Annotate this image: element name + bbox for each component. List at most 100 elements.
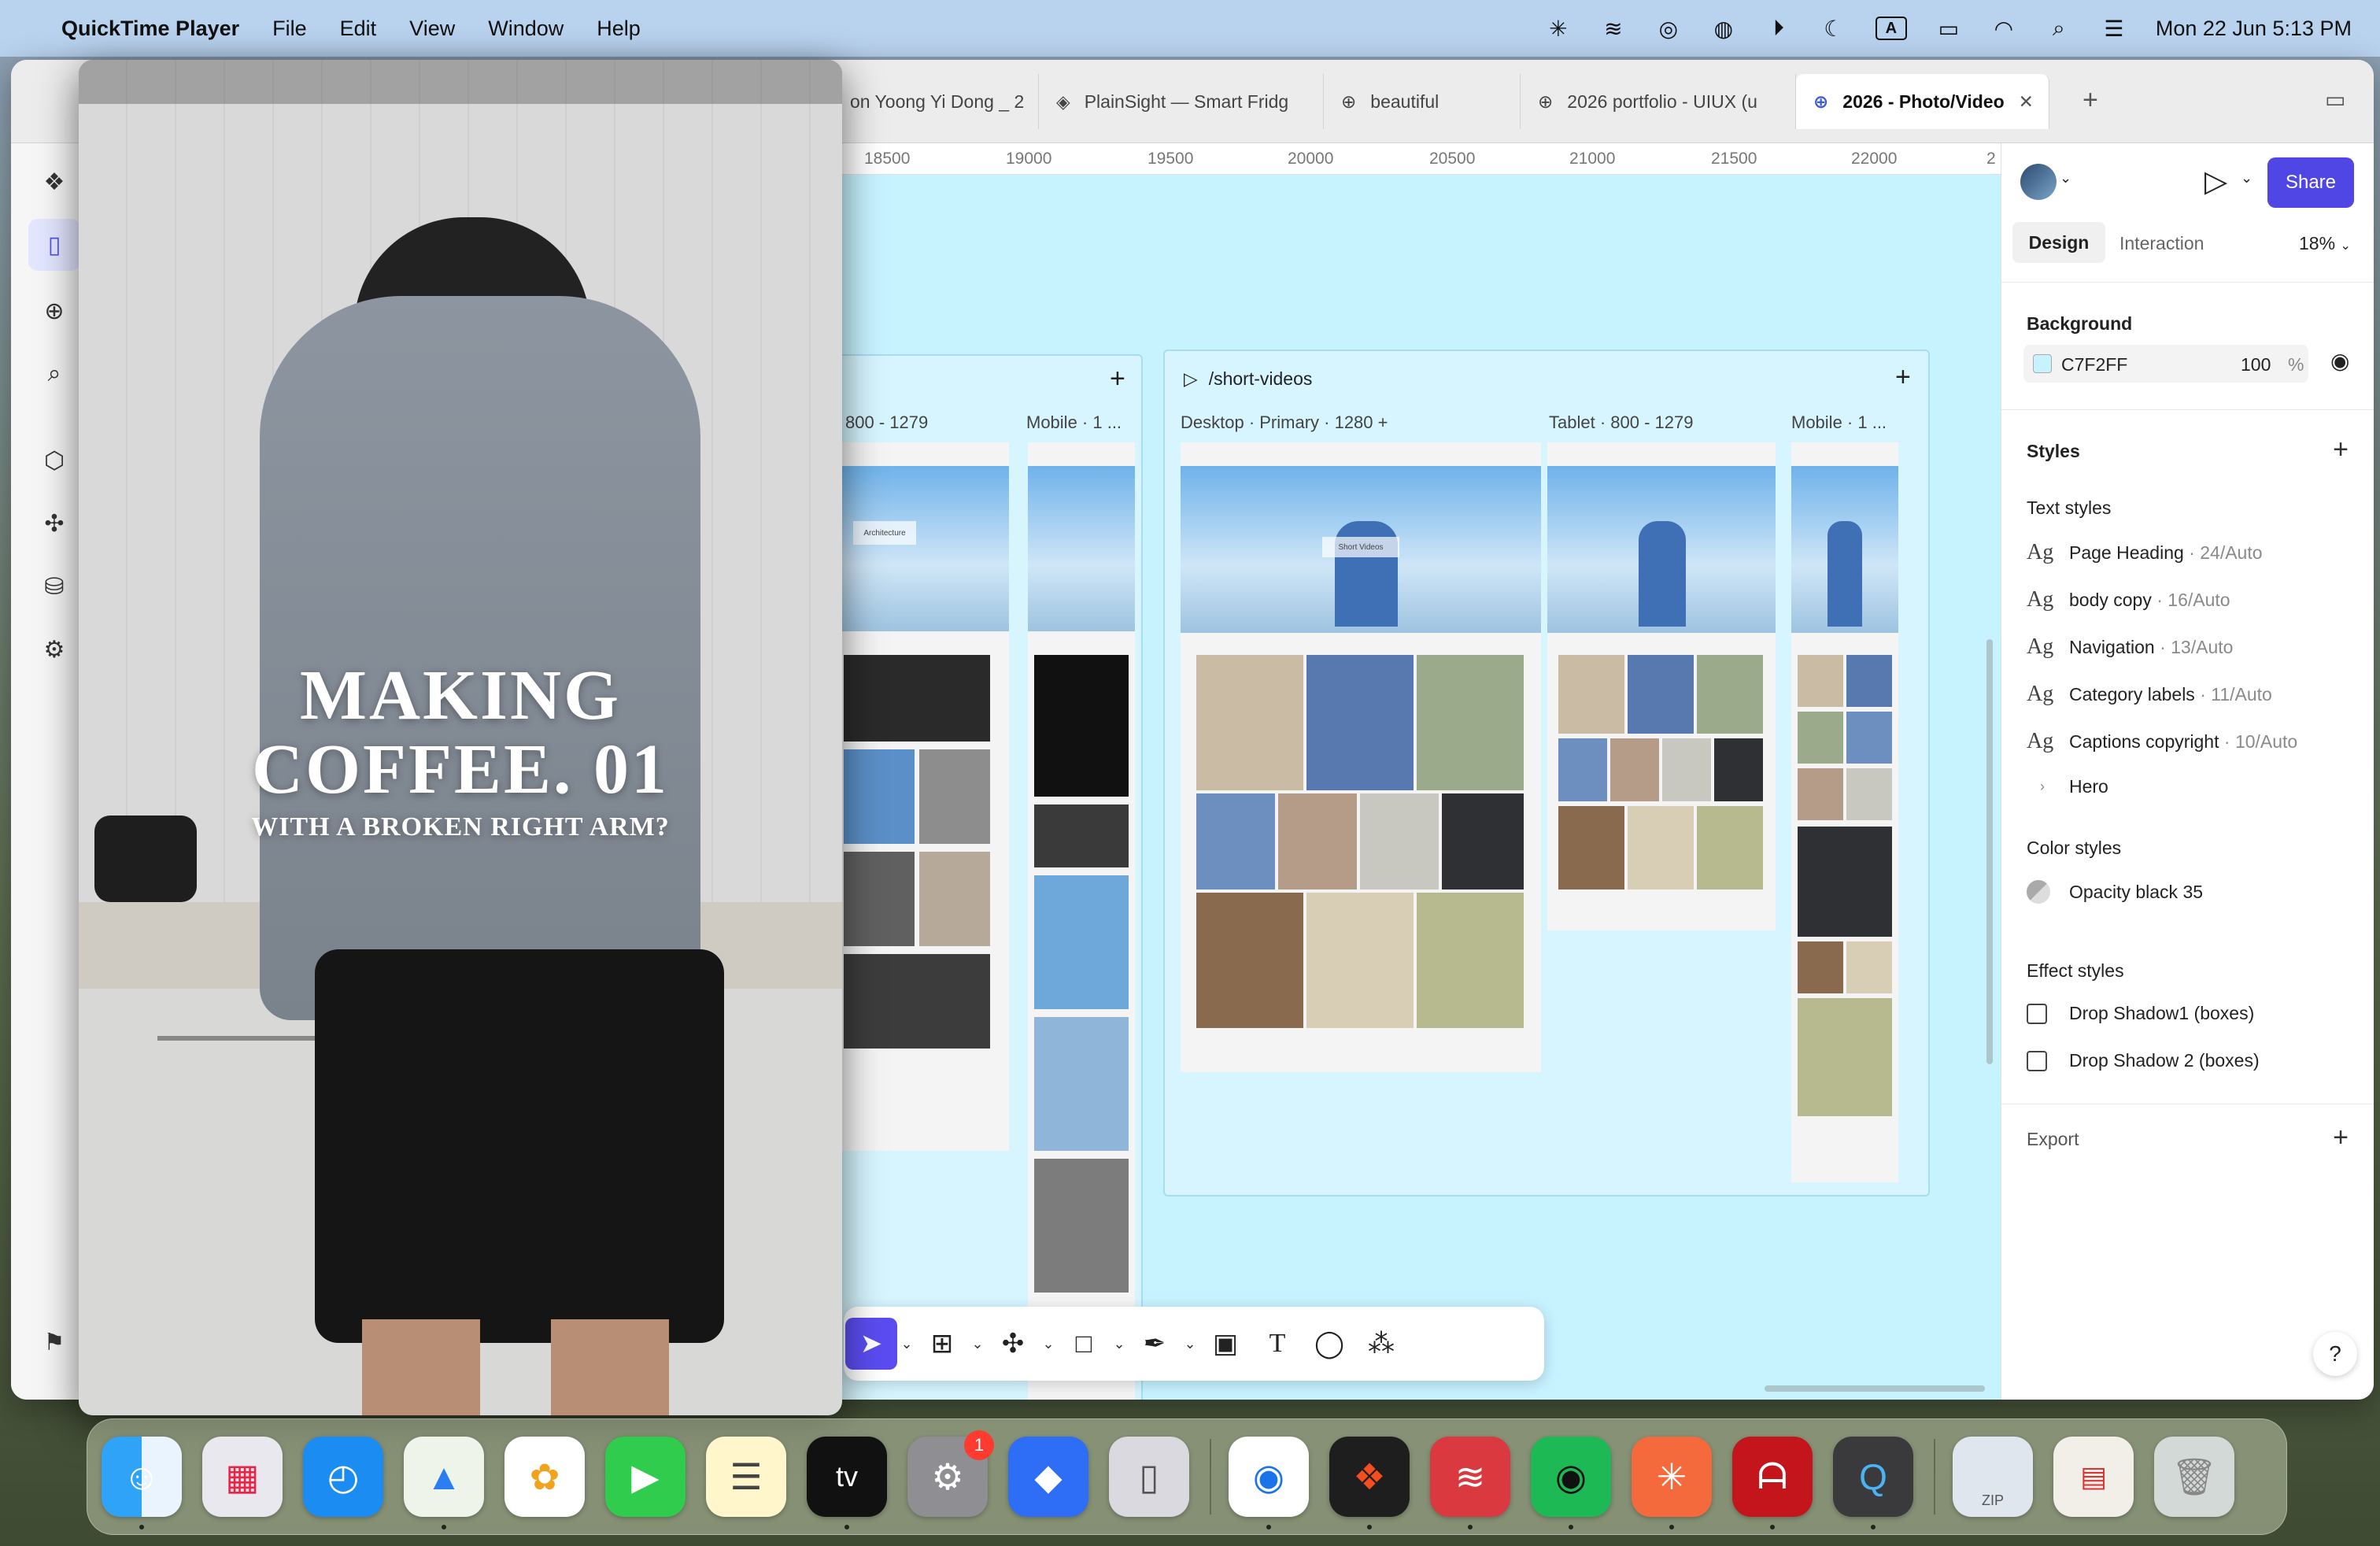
eye-icon[interactable]: ◉ — [2330, 348, 2349, 374]
wifi-icon[interactable]: ◠ — [1990, 15, 2017, 42]
finder-icon[interactable]: ☺ — [102, 1437, 182, 1529]
frame-short-videos-desktop[interactable]: Short Videos — [1181, 442, 1541, 1072]
maps-icon[interactable]: ▲ — [404, 1437, 484, 1529]
tab-interaction[interactable]: Interaction — [2119, 233, 2204, 254]
expressvpn-app-icon[interactable]: ≋ — [1430, 1437, 1510, 1529]
text-tool-icon[interactable]: T — [1251, 1318, 1303, 1370]
moon-icon[interactable]: ☾ — [1820, 15, 1847, 42]
chevron-down-icon[interactable]: ⌄ — [1181, 1336, 1199, 1352]
claude-icon[interactable]: ✳ — [1632, 1437, 1712, 1529]
chevron-down-icon[interactable]: ⌄ — [2241, 170, 2252, 187]
zip-download-icon[interactable]: ZIP — [1953, 1437, 2033, 1517]
sidebar-toggle-icon[interactable]: ▭ — [2325, 87, 2345, 113]
notes-icon[interactable]: ☰ — [706, 1437, 786, 1517]
expressvpn-icon[interactable]: ≋ — [1600, 15, 1627, 42]
frame-short-videos-tablet[interactable] — [1547, 442, 1776, 930]
quicktime-icon[interactable]: Q — [1833, 1437, 1913, 1529]
appletv-icon[interactable]: tv — [807, 1437, 887, 1529]
chevron-down-icon[interactable]: ⌄ — [1039, 1336, 1058, 1352]
chevron-down-icon[interactable]: ⌄ — [2060, 170, 2071, 187]
document-stack-icon[interactable]: ▤ — [2053, 1437, 2134, 1517]
add-style-icon[interactable]: + — [2333, 436, 2349, 463]
frame-architecture-mobile[interactable] — [1028, 442, 1135, 1400]
tab-beautiful[interactable]: ⊕ beautiful — [1324, 74, 1521, 129]
text-style-body-copy[interactable]: Ag body copy · 16/Auto — [2027, 587, 2230, 612]
quicktime-titlebar[interactable] — [79, 60, 842, 104]
sparkle-icon[interactable]: ✳ — [1545, 15, 1572, 42]
zoom-level[interactable]: 18% ⌄ — [2299, 233, 2351, 254]
battery-icon[interactable]: ▭ — [1935, 15, 1962, 42]
menu-file[interactable]: File — [272, 17, 307, 41]
quicktime-window[interactable]: MAKING COFFEE. 01 WITH A BROKEN RIGHT AR… — [79, 60, 842, 1415]
close-tab-icon[interactable]: ✕ — [2019, 91, 2034, 113]
menu-view[interactable]: View — [409, 17, 455, 41]
photos-icon[interactable]: ✿ — [504, 1437, 585, 1517]
text-style-category-labels[interactable]: Ag Category labels · 11/Auto — [2027, 682, 2272, 707]
tab-portfolio-yoong[interactable]: on Yoong Yi Dong _ 2 — [833, 74, 1039, 129]
creative-cloud-icon[interactable]: ◎ — [1655, 15, 1682, 42]
text-style-captions-copyright[interactable]: Ag Captions copyright · 10/Auto — [2027, 729, 2297, 754]
add-frame-icon[interactable]: + — [1895, 362, 1911, 393]
component-tool-icon[interactable]: ✣ — [987, 1318, 1039, 1370]
chevron-right-icon[interactable]: › — [2027, 779, 2058, 795]
background-color-field[interactable]: C7F2FF 100 % — [2023, 345, 2308, 383]
menu-window[interactable]: Window — [488, 17, 564, 41]
safari-icon[interactable]: ◴ — [303, 1437, 383, 1517]
add-icon[interactable]: ⊕ — [28, 285, 80, 337]
search-icon[interactable]: ⌕ — [2046, 15, 2072, 42]
color-swatch[interactable] — [2033, 354, 2052, 373]
background-opacity[interactable]: 100 — [2241, 354, 2271, 375]
tab-photo-video[interactable]: ⊕ 2026 - Photo/Video ✕ — [1796, 74, 2049, 129]
share-button[interactable]: Share — [2267, 157, 2354, 208]
spotify-icon[interactable]: ◉ — [1531, 1437, 1611, 1529]
background-hex[interactable]: C7F2FF — [2061, 354, 2127, 375]
iphone-mirroring-icon[interactable]: ▯ — [1109, 1437, 1189, 1517]
effect-style-drop-shadow-1[interactable]: Drop Shadow1 (boxes) — [2027, 1003, 2254, 1024]
chrome-icon[interactable]: ◉ — [1229, 1437, 1309, 1529]
text-style-page-heading[interactable]: Ag Page Heading · 24/Auto — [2027, 540, 2263, 565]
actions-tool-icon[interactable]: ⁂ — [1355, 1318, 1407, 1370]
horizontal-scrollbar[interactable] — [1765, 1385, 1985, 1392]
tab-portfolio-uiux[interactable]: ⊕ 2026 portfolio - UIUX (u — [1521, 74, 1796, 129]
add-frame-icon[interactable]: + — [1110, 364, 1125, 394]
chevron-down-icon[interactable]: ⌄ — [897, 1336, 916, 1352]
trash-icon[interactable]: 🗑 — [2154, 1437, 2234, 1517]
variables-icon[interactable]: ⛁ — [28, 560, 80, 612]
image-tool-icon[interactable]: ▣ — [1199, 1318, 1251, 1370]
play-circle-icon[interactable]: ⏵ — [1765, 15, 1792, 42]
search-icon[interactable]: ⌕ — [28, 348, 80, 400]
comment-tool-icon[interactable]: ◯ — [1303, 1318, 1355, 1370]
avatar[interactable] — [2020, 164, 2057, 200]
chevron-down-icon[interactable]: ⌄ — [968, 1336, 987, 1352]
file-pages-icon[interactable]: ▯ — [28, 219, 80, 271]
color-style-opacity-black[interactable]: Opacity black 35 — [2027, 880, 2203, 904]
video-frame[interactable]: MAKING COFFEE. 01 WITH A BROKEN RIGHT AR… — [79, 60, 842, 1415]
figma-logo-icon[interactable]: ❖ — [28, 156, 80, 208]
input-source-icon[interactable]: A — [1875, 17, 1907, 40]
app-name-menu[interactable]: QuickTime Player — [61, 17, 239, 41]
section-title[interactable]: ▷ /short-videos — [1184, 368, 1312, 390]
present-play-icon[interactable]: ▷ — [2204, 164, 2227, 199]
rectangle-tool-icon[interactable]: □ — [1058, 1318, 1110, 1370]
menu-edit[interactable]: Edit — [340, 17, 377, 41]
tab-design[interactable]: Design — [2012, 222, 2105, 263]
facetime-icon[interactable]: ▶ — [605, 1437, 686, 1517]
globe-status-icon[interactable]: ◍ — [1710, 15, 1737, 42]
acrobat-icon[interactable]: ᗩ — [1732, 1437, 1813, 1529]
settings-icon[interactable]: ⚙ — [28, 623, 80, 675]
effect-style-drop-shadow-2[interactable]: Drop Shadow 2 (boxes) — [2027, 1050, 2260, 1071]
control-center-icon[interactable]: ☰ — [2101, 15, 2127, 42]
menu-help[interactable]: Help — [597, 17, 641, 41]
launchpad-icon[interactable]: ▦ — [202, 1437, 283, 1517]
frame-architecture-tablet[interactable]: Architecture — [837, 442, 1009, 1151]
help-button[interactable]: ? — [2313, 1332, 2357, 1376]
feedback-icon[interactable]: ⚑ — [28, 1316, 80, 1368]
text-style-navigation[interactable]: Ag Navigation · 13/Auto — [2027, 634, 2233, 660]
frame-tool-icon[interactable]: ⊞ — [916, 1318, 968, 1370]
add-export-icon[interactable]: + — [2333, 1124, 2349, 1151]
vertical-scrollbar[interactable] — [1986, 639, 1993, 1064]
frame-short-videos-mobile[interactable] — [1791, 442, 1898, 1182]
tab-plainsight[interactable]: ◈ PlainSight — Smart Fridg — [1039, 74, 1324, 129]
roblox-icon[interactable]: ◆ — [1008, 1437, 1088, 1517]
move-tool-icon[interactable]: ➤ — [845, 1318, 897, 1370]
